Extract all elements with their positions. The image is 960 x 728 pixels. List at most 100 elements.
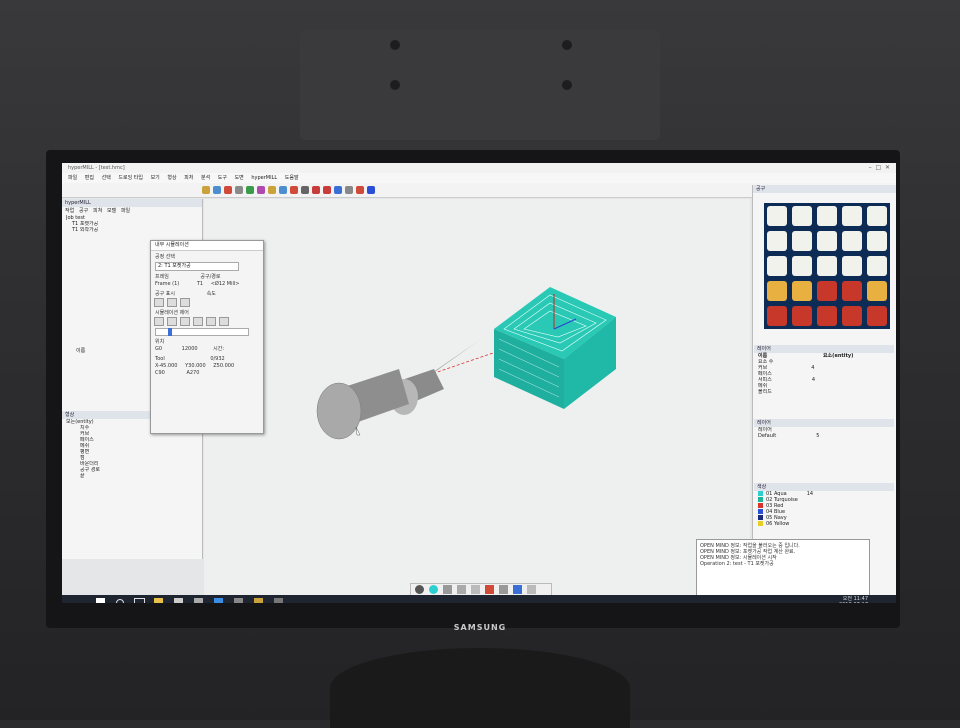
- tool-icon[interactable]: [471, 585, 480, 594]
- store-icon[interactable]: [174, 598, 183, 603]
- palette-tool-icon[interactable]: [792, 306, 812, 326]
- tool-icon[interactable]: [301, 186, 309, 194]
- palette-tool-icon[interactable]: [867, 206, 887, 226]
- tool-icon[interactable]: [499, 585, 508, 594]
- tool-icon[interactable]: [235, 186, 243, 194]
- menu-view[interactable]: 보기: [151, 175, 160, 181]
- palette-tool-icon[interactable]: [792, 281, 812, 301]
- slider-thumb[interactable]: [168, 328, 172, 336]
- tool-icon[interactable]: [356, 186, 364, 194]
- tab-jobs[interactable]: 작업: [65, 208, 74, 214]
- tool-icon[interactable]: [527, 585, 536, 594]
- menu-file[interactable]: 파일: [68, 175, 77, 181]
- view-icon[interactable]: [415, 585, 424, 594]
- menu-shape[interactable]: 형상: [167, 175, 176, 181]
- tool-icon[interactable]: [485, 585, 494, 594]
- palette-tool-icon[interactable]: [867, 281, 887, 301]
- 3d-viewport[interactable]: [204, 199, 750, 599]
- show-tool-icon[interactable]: [154, 298, 164, 307]
- palette-tool-icon[interactable]: [767, 231, 787, 251]
- play-icon[interactable]: [154, 317, 164, 326]
- search-icon[interactable]: [116, 599, 124, 603]
- end-icon[interactable]: [219, 317, 229, 326]
- tool-icon[interactable]: [268, 186, 276, 194]
- edge-icon[interactable]: [214, 598, 223, 603]
- redo-icon[interactable]: [323, 186, 331, 194]
- menu-edit[interactable]: 편집: [85, 175, 94, 181]
- palette-tool-icon[interactable]: [842, 281, 862, 301]
- show-path-icon[interactable]: [180, 298, 190, 307]
- shade-icon[interactable]: [429, 585, 438, 594]
- operation-label: 공정 선택: [155, 254, 175, 260]
- app-icon[interactable]: [274, 598, 283, 603]
- palette-tool-icon[interactable]: [817, 256, 837, 276]
- tree-item[interactable]: T1 외곽가공: [66, 227, 202, 233]
- tool-icon[interactable]: [290, 186, 298, 194]
- forward-icon[interactable]: [206, 317, 216, 326]
- palette-tool-icon[interactable]: [842, 231, 862, 251]
- color-row[interactable]: 06 Yellow: [758, 521, 894, 527]
- palette-tool-icon[interactable]: [867, 231, 887, 251]
- menu-drawing[interactable]: 도면: [235, 175, 244, 181]
- tab-tools[interactable]: 공구: [79, 208, 88, 214]
- palette-tool-icon[interactable]: [867, 256, 887, 276]
- palette-tool-icon[interactable]: [817, 306, 837, 326]
- tool-icon[interactable]: [213, 186, 221, 194]
- menu-draw[interactable]: 드로잉 타입: [118, 175, 143, 181]
- palette-tool-icon[interactable]: [792, 206, 812, 226]
- tab-features[interactable]: 피쳐: [93, 208, 102, 214]
- tool-icon[interactable]: [345, 186, 353, 194]
- tool-icon[interactable]: [246, 186, 254, 194]
- tool-icon[interactable]: [224, 186, 232, 194]
- tool-icon[interactable]: [367, 186, 375, 194]
- tool-icon[interactable]: [202, 186, 210, 194]
- show-row: 공구 표시 속도: [151, 291, 263, 298]
- palette-tool-icon[interactable]: [842, 306, 862, 326]
- hypermill-icon[interactable]: [254, 598, 263, 603]
- menu-tools[interactable]: 도구: [218, 175, 227, 181]
- menu-select[interactable]: 선택: [102, 175, 111, 181]
- back-icon[interactable]: [193, 317, 203, 326]
- palette-tool-icon[interactable]: [817, 281, 837, 301]
- palette-tool-icon[interactable]: [817, 206, 837, 226]
- palette-tool-icon[interactable]: [792, 256, 812, 276]
- palette-tool-icon[interactable]: [767, 256, 787, 276]
- step-icon[interactable]: [167, 317, 177, 326]
- menu-help[interactable]: 도움말: [285, 175, 299, 181]
- tab-models[interactable]: 모델: [107, 208, 116, 214]
- explorer-icon[interactable]: [154, 598, 163, 603]
- tool-icon[interactable]: [257, 186, 265, 194]
- palette-tool-icon[interactable]: [792, 231, 812, 251]
- tool-icon[interactable]: [457, 585, 466, 594]
- menu-analysis[interactable]: 분석: [201, 175, 210, 181]
- tool-icon[interactable]: [279, 186, 287, 194]
- palette-tool-icon[interactable]: [842, 256, 862, 276]
- window-controls[interactable]: – □ ✕: [869, 163, 890, 173]
- col-count: 요소(entity): [822, 353, 854, 359]
- system-clock[interactable]: 오전 11:47 2018-07-17: [839, 596, 868, 603]
- palette-tool-icon[interactable]: [842, 206, 862, 226]
- tool-icon[interactable]: [443, 585, 452, 594]
- tab-files[interactable]: 파일: [121, 208, 130, 214]
- rewind-icon[interactable]: [180, 317, 190, 326]
- tool-icon[interactable]: [513, 585, 522, 594]
- show-holder-icon[interactable]: [167, 298, 177, 307]
- tree-item[interactable]: 끝: [66, 473, 202, 479]
- undo-icon[interactable]: [312, 186, 320, 194]
- menu-feature[interactable]: 피처: [184, 175, 193, 181]
- palette-tool-icon[interactable]: [817, 231, 837, 251]
- app-icon[interactable]: [234, 598, 243, 603]
- task-view-icon[interactable]: [134, 598, 145, 603]
- list-item[interactable]: Default 5: [758, 433, 894, 439]
- palette-tool-icon[interactable]: [767, 306, 787, 326]
- position-slider[interactable]: [155, 328, 249, 336]
- menu-hypermill[interactable]: hyperMILL: [251, 175, 277, 181]
- windows-start-icon[interactable]: [96, 598, 105, 603]
- palette-tool-icon[interactable]: [767, 281, 787, 301]
- operation-select[interactable]: 2: T1 포켓가공: [155, 262, 239, 271]
- palette-tool-icon[interactable]: [867, 306, 887, 326]
- list-item[interactable]: 볼리드: [758, 389, 894, 395]
- palette-tool-icon[interactable]: [767, 206, 787, 226]
- tool-icon[interactable]: [334, 186, 342, 194]
- mail-icon[interactable]: [194, 598, 203, 603]
